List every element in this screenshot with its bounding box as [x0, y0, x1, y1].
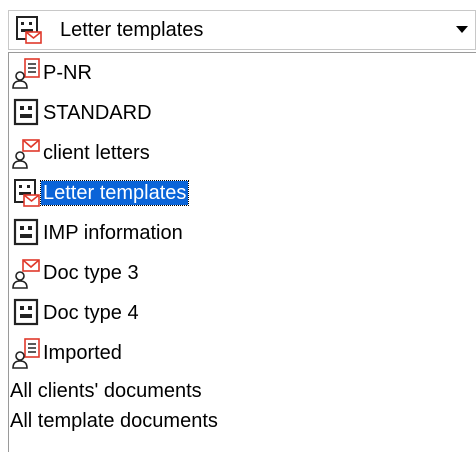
list-item-p-nr[interactable]: P-NR	[9, 53, 469, 93]
client-document-icon	[12, 337, 42, 369]
list-item-doc-type-3[interactable]: Doc type 3	[9, 253, 469, 293]
list-item-label: All clients' documents	[10, 380, 202, 402]
list-item-imported[interactable]: Imported	[9, 333, 469, 373]
list-item-label: All template documents	[10, 410, 218, 432]
template-icon	[12, 97, 42, 129]
template-icon	[12, 297, 42, 329]
list-item-label: STANDARD	[43, 102, 152, 124]
chevron-down-icon[interactable]	[451, 14, 473, 46]
letter-template-icon	[15, 15, 43, 45]
document-type-combobox[interactable]: Letter templates	[8, 10, 476, 50]
list-item-label: client letters	[43, 142, 150, 164]
client-letter-icon	[12, 137, 42, 169]
dropdown-list[interactable]: P-NR STANDARD client letters Letter temp…	[8, 52, 476, 452]
list-item-imp-information[interactable]: IMP information	[9, 213, 469, 253]
list-item-letter-templates[interactable]: Letter templates	[9, 173, 469, 213]
client-document-icon	[12, 57, 42, 89]
selected-value: Letter templates	[60, 19, 204, 41]
list-item-label: Doc type 4	[43, 302, 139, 324]
list-item-label-selected: Letter templates	[39, 180, 190, 206]
client-letter-icon	[12, 257, 42, 289]
list-item-client-letters[interactable]: client letters	[9, 133, 469, 173]
list-item-all-template-documents[interactable]: All template documents	[9, 401, 469, 441]
list-item-label: P-NR	[43, 62, 92, 84]
list-item-standard[interactable]: STANDARD	[9, 93, 469, 133]
template-icon	[12, 217, 42, 249]
list-item-label: Imported	[43, 342, 122, 364]
list-item-label: Doc type 3	[43, 262, 139, 284]
letter-template-icon	[12, 177, 42, 209]
list-item-doc-type-4[interactable]: Doc type 4	[9, 293, 469, 333]
list-item-label: IMP information	[43, 222, 183, 244]
